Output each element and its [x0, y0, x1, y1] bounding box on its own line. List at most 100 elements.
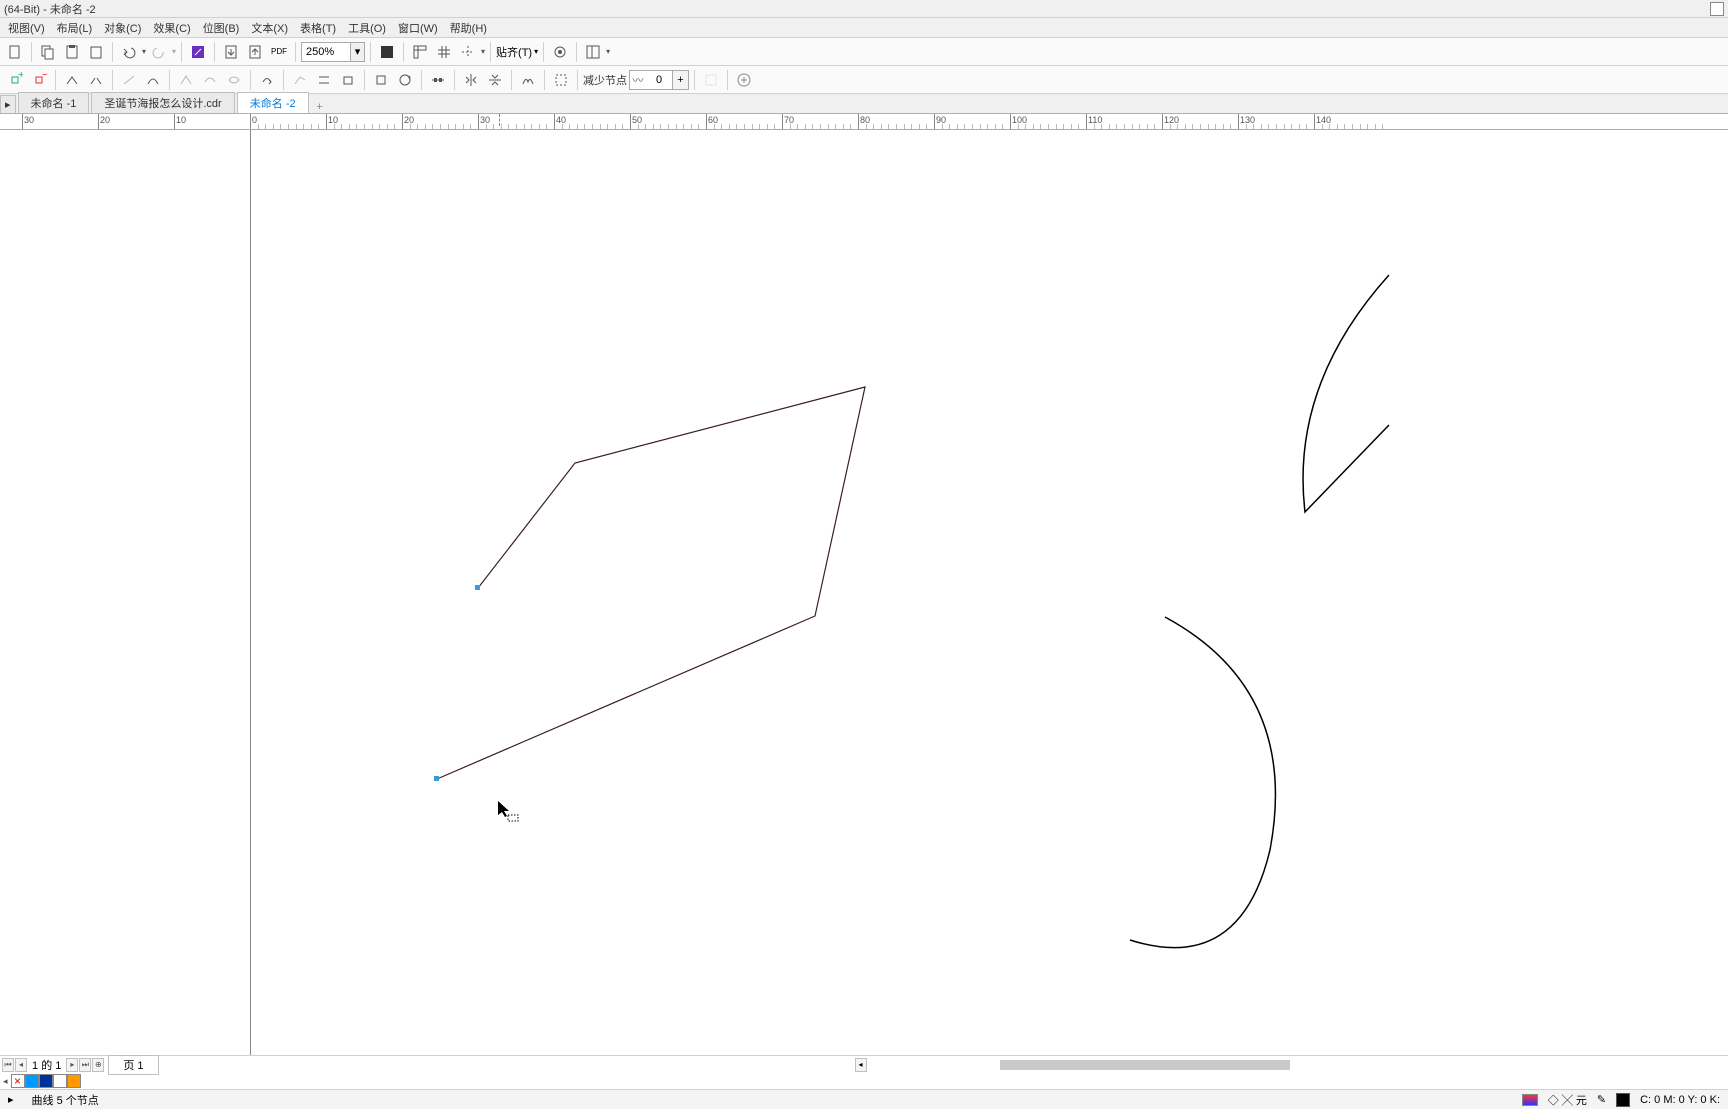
zoom-input[interactable]	[302, 46, 350, 58]
no-fill-swatch[interactable]	[11, 1074, 25, 1088]
redo-button[interactable]	[148, 41, 170, 63]
menu-view[interactable]: 视图(V)	[2, 18, 51, 38]
page-tab[interactable]: 页 1	[108, 1055, 158, 1075]
color-swatch[interactable]	[25, 1074, 39, 1088]
menu-layout[interactable]: 布局(L)	[51, 18, 98, 38]
menu-text[interactable]: 文本(X)	[245, 18, 294, 38]
menu-bitmap[interactable]: 位图(B)	[197, 18, 246, 38]
document-tabs: ▸ 未命名 -1 圣诞节海报怎么设计.cdr 未命名 -2 +	[0, 94, 1728, 114]
zoom-combo[interactable]: ▾	[301, 42, 365, 62]
menu-help[interactable]: 帮助(H)	[444, 18, 493, 38]
window-control-icon[interactable]	[1710, 2, 1724, 16]
separator	[214, 42, 215, 62]
menu-tools[interactable]: 工具(O)	[342, 18, 392, 38]
separator	[31, 42, 32, 62]
chevron-down-icon[interactable]: ▾	[350, 43, 364, 61]
curve-smoothness-spinner[interactable]: 〰 +	[629, 70, 689, 90]
layout-dropdown[interactable]	[582, 41, 604, 63]
smoothness-input[interactable]	[646, 74, 672, 86]
document-tab-active[interactable]: 未命名 -2	[237, 92, 309, 113]
arc-curve-top[interactable]	[1303, 275, 1389, 512]
document-tab[interactable]: 未命名 -1	[18, 92, 90, 113]
add-node-button[interactable]: +	[4, 69, 26, 91]
separator	[295, 42, 296, 62]
extract-subpath-button[interactable]	[313, 69, 335, 91]
reflect-h-button[interactable]	[460, 69, 482, 91]
copy-button[interactable]	[37, 41, 59, 63]
launch-button[interactable]	[187, 41, 209, 63]
redo-dropdown-icon[interactable]: ▾	[172, 47, 176, 56]
separator	[577, 70, 578, 90]
node-handle[interactable]	[434, 776, 439, 781]
scroll-left-button[interactable]: ◂	[855, 1058, 867, 1072]
clipboard-button[interactable]	[85, 41, 107, 63]
color-swatch[interactable]	[67, 1074, 81, 1088]
cusp-node-button[interactable]	[175, 69, 197, 91]
separator	[283, 70, 284, 90]
polyline-curve[interactable]	[437, 387, 865, 779]
to-line-button[interactable]	[118, 69, 140, 91]
snap-dropdown[interactable]: 贴齐(T) ▾	[496, 42, 538, 62]
scroll-thumb[interactable]	[1000, 1060, 1290, 1070]
node-handle[interactable]	[475, 585, 480, 590]
extend-curve-button[interactable]	[289, 69, 311, 91]
smooth-node-button[interactable]	[199, 69, 221, 91]
join-nodes-button[interactable]	[61, 69, 83, 91]
undo-button[interactable]	[118, 41, 140, 63]
align-nodes-h-button[interactable]	[427, 69, 449, 91]
menu-effects[interactable]: 效果(C)	[147, 18, 196, 38]
stretch-nodes-button[interactable]	[370, 69, 392, 91]
separator	[421, 70, 422, 90]
delete-node-button[interactable]: −	[28, 69, 50, 91]
pdf-button[interactable]: PDF	[268, 41, 290, 63]
reverse-direction-button[interactable]	[256, 69, 278, 91]
guides-dropdown-icon[interactable]: ▾	[481, 47, 485, 56]
chevron-down-icon[interactable]: ▾	[606, 47, 610, 56]
rulers-button[interactable]	[409, 41, 431, 63]
next-page-button[interactable]: ▸	[66, 1058, 78, 1072]
canvas[interactable]	[0, 130, 1728, 1055]
plus-icon[interactable]: +	[672, 71, 688, 89]
last-page-button[interactable]: ⏭	[79, 1058, 91, 1072]
page-tab-bar: ⏮ ◂ 1 的 1 ▸ ⏭ ⊕ 页 1 ◂	[0, 1055, 1728, 1073]
rotate-nodes-button[interactable]	[394, 69, 416, 91]
color-swatch[interactable]	[39, 1074, 53, 1088]
undo-dropdown-icon[interactable]: ▾	[142, 47, 146, 56]
paste-button[interactable]	[61, 41, 83, 63]
prev-page-button[interactable]: ◂	[15, 1058, 27, 1072]
doctab-left-edge[interactable]: ▸	[0, 95, 16, 113]
new-button[interactable]	[4, 41, 26, 63]
to-curve-button[interactable]	[142, 69, 164, 91]
palette-nav-left[interactable]: ◂	[0, 1076, 11, 1087]
bounding-box-button[interactable]	[700, 69, 722, 91]
import-button[interactable]	[220, 41, 242, 63]
reflect-v-button[interactable]	[484, 69, 506, 91]
elastic-mode-button[interactable]	[517, 69, 539, 91]
add-document-button[interactable]: +	[311, 101, 329, 113]
color-proof-icon[interactable]	[1522, 1094, 1538, 1106]
grid-button[interactable]	[433, 41, 455, 63]
cursor-indicator-icon: ▸	[8, 1093, 14, 1106]
arc-curve-bottom[interactable]	[1130, 617, 1275, 948]
color-swatch[interactable]	[53, 1074, 67, 1088]
menu-object[interactable]: 对象(C)	[98, 18, 147, 38]
close-curve-button[interactable]	[337, 69, 359, 91]
horizontal-ruler[interactable]: 0102030405060708090100110120130140102030	[0, 114, 1728, 130]
menu-table[interactable]: 表格(T)	[294, 18, 342, 38]
separator	[370, 42, 371, 62]
export-button[interactable]	[244, 41, 266, 63]
select-all-nodes-button[interactable]	[550, 69, 572, 91]
chevron-down-icon[interactable]: ▾	[534, 47, 538, 56]
guides-button[interactable]	[457, 41, 479, 63]
document-tab[interactable]: 圣诞节海报怎么设计.cdr	[91, 92, 234, 113]
fullscreen-button[interactable]	[376, 41, 398, 63]
add-page-button[interactable]: ⊕	[92, 1058, 104, 1072]
outline-color-swatch[interactable]	[1616, 1093, 1630, 1107]
add-button[interactable]	[733, 69, 755, 91]
first-page-button[interactable]: ⏮	[2, 1058, 14, 1072]
symmetric-node-button[interactable]	[223, 69, 245, 91]
break-node-button[interactable]	[85, 69, 107, 91]
options-button[interactable]	[549, 41, 571, 63]
horizontal-scrollbar[interactable]: ◂	[165, 1058, 1728, 1072]
menu-window[interactable]: 窗口(W)	[392, 18, 444, 38]
